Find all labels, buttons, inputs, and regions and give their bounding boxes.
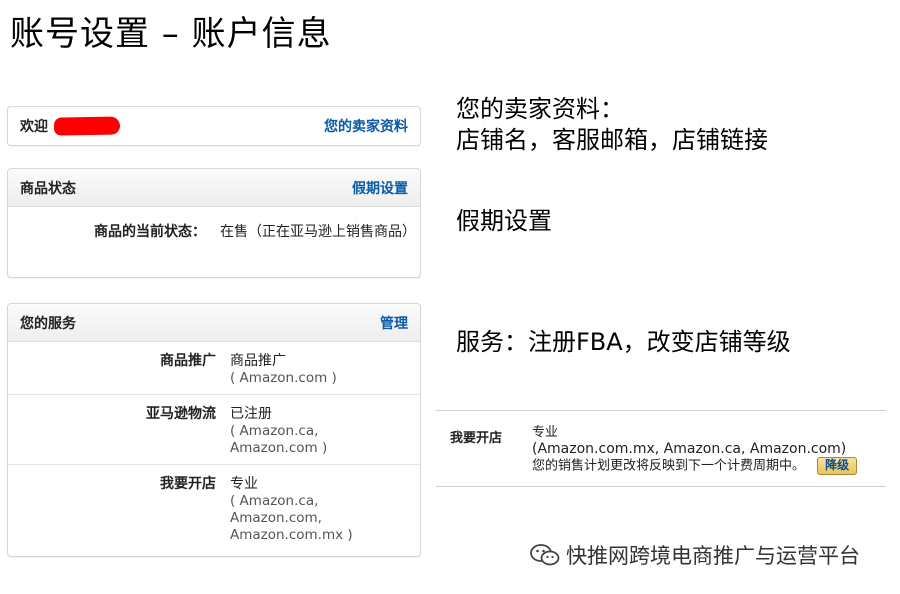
service-detail: ( Amazon.ca, Amazon.com ) [230,423,328,456]
selling-plan-marketplaces: (Amazon.com.mx, Amazon.ca, Amazon.com) [532,441,847,457]
wechat-icon [530,544,560,566]
watermark-text: 快推网跨境电商推广与运营平台 [566,544,860,568]
services-list: 商品推广 商品推广 ( Amazon.com ) 亚马逊物流 已注册 ( Ama… [8,342,420,551]
current-status-row: 商品的当前状态： 在售（正在亚马逊上销售商品） [8,207,420,243]
service-value: 商品推广 [230,353,286,369]
welcome-panel: 欢迎 您的卖家资料 [7,106,421,146]
services-header: 您的服务 管理 [8,304,420,342]
welcome-label: 欢迎 [20,119,48,135]
redacted-username [53,116,121,136]
service-label: 亚马逊物流 [146,406,216,422]
services-title: 您的服务 [20,315,76,332]
service-row-selling-plan: 我要开店 专业 ( Amazon.ca, Amazon.com, Amazon.… [8,465,420,551]
service-row-advertising: 商品推广 商品推广 ( Amazon.com ) [8,342,420,395]
note-profile-heading: 您的卖家资料： [456,95,624,123]
listing-status-title: 商品状态 [20,180,76,197]
service-value: 已注册 [230,406,272,422]
note-services: 服务：注册FBA，改变店铺等级 [456,328,791,356]
selling-plan-notice: 您的销售计划更改将反映到下一个计费周期中。 [532,458,806,474]
service-detail: ( Amazon.ca, Amazon.com, Amazon.com.mx ) [230,493,353,543]
services-panel: 您的服务 管理 商品推广 商品推广 ( Amazon.com ) 亚马逊物流 已… [7,303,421,557]
manage-services-link[interactable]: 管理 [380,313,408,333]
selling-plan-body: 专业 (Amazon.com.mx, Amazon.ca, Amazon.com… [532,425,858,475]
selling-plan-label: 我要开店 [450,431,503,446]
service-value: 专业 [230,476,258,492]
listing-status-header: 商品状态 假期设置 [8,169,420,207]
watermark: 快推网跨境电商推广与运营平台 [530,540,860,570]
service-row-fba: 亚马逊物流 已注册 ( Amazon.ca, Amazon.com ) [8,395,420,465]
selling-plan-value: 专业 [532,425,559,440]
vacation-settings-link[interactable]: 假期设置 [352,178,408,198]
downgrade-button[interactable]: 降级 [817,457,858,475]
current-status-label: 商品的当前状态： [94,224,206,240]
seller-profile-link[interactable]: 您的卖家资料 [324,116,408,136]
slide-title: 账号设置 – 账户信息 [10,14,332,54]
welcome-header: 欢迎 您的卖家资料 [8,107,420,145]
service-label: 我要开店 [160,476,216,492]
note-vacation: 假期设置 [456,207,552,235]
service-detail: ( Amazon.com ) [230,370,337,386]
selling-plan-box: 我要开店 专业 (Amazon.com.mx, Amazon.ca, Amazo… [436,410,886,487]
listing-status-panel: 商品状态 假期设置 商品的当前状态： 在售（正在亚马逊上销售商品） [7,168,421,278]
service-label: 商品推广 [160,353,216,369]
current-status-value: 在售（正在亚马逊上销售商品） [220,224,416,240]
note-profile-detail: 店铺名，客服邮箱，店铺链接 [456,126,768,154]
